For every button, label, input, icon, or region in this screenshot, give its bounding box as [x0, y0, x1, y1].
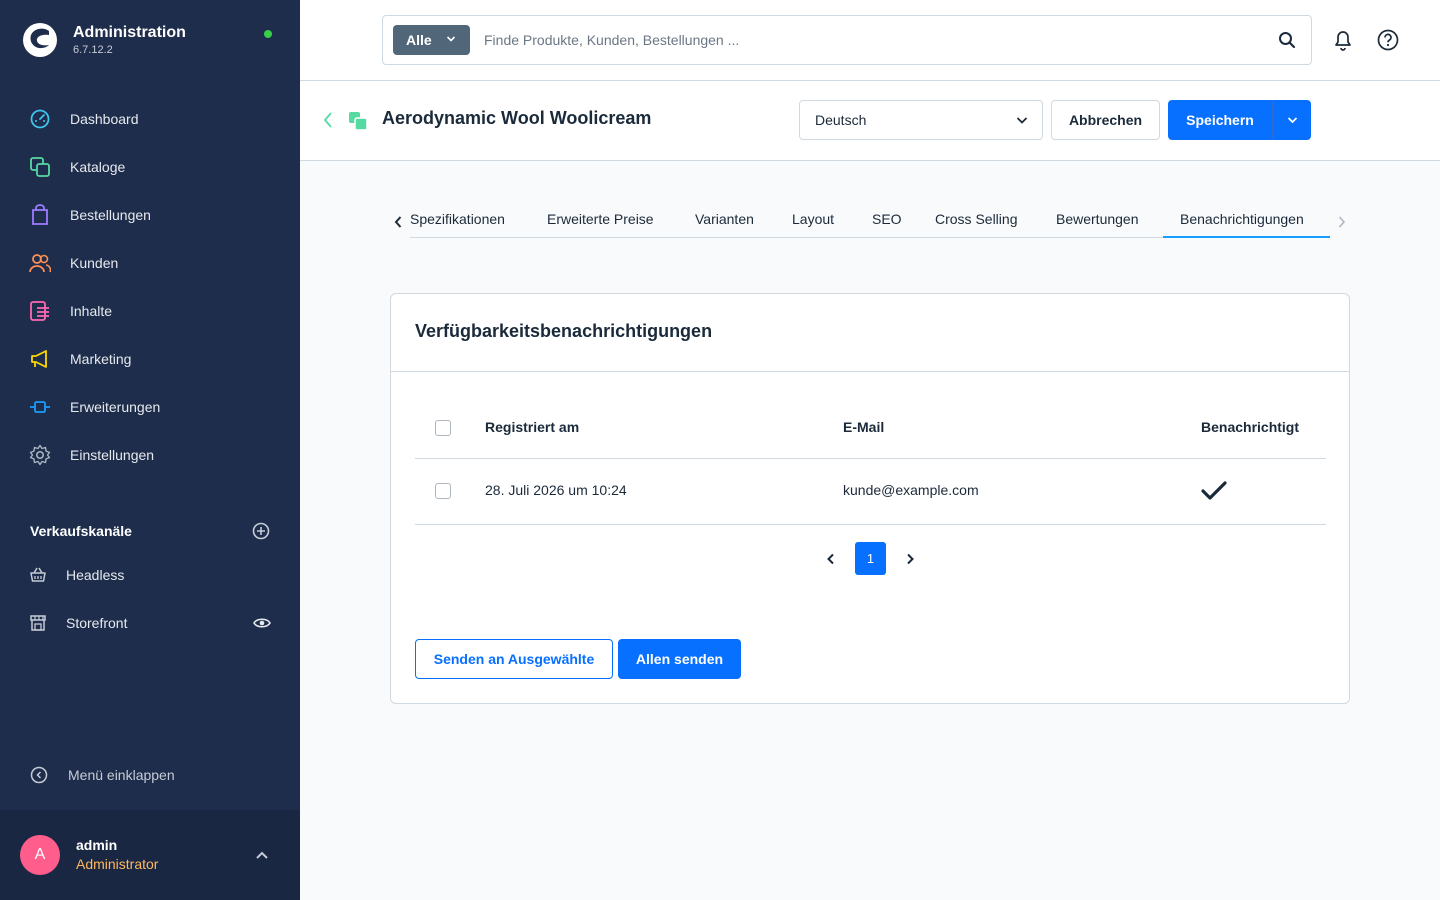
- tab-variants[interactable]: Varianten: [695, 211, 754, 227]
- sidebar-item-label: Kunden: [70, 255, 119, 271]
- sidebar-item-settings[interactable]: Einstellungen: [0, 431, 300, 479]
- tab-advanced-prices[interactable]: Erweiterte Preise: [547, 211, 654, 227]
- tab-notifications[interactable]: Benachrichtigungen: [1180, 211, 1304, 227]
- sales-channels-title: Verkaufskanäle: [30, 523, 132, 539]
- tab-seo[interactable]: SEO: [872, 211, 902, 227]
- chevron-left-circle-icon: [30, 766, 48, 784]
- search-icon[interactable]: [1278, 31, 1296, 49]
- sidebar-item-label: Kataloge: [70, 159, 126, 175]
- sidebar-item-label: Dashboard: [70, 111, 139, 127]
- card-divider: [391, 371, 1349, 372]
- sidebar-item-label: Einstellungen: [70, 447, 155, 463]
- chevron-down-icon: [446, 36, 456, 42]
- send-to-all-button[interactable]: Allen senden: [618, 639, 741, 679]
- sidebar-item-label: Erweiterungen: [70, 399, 161, 415]
- availability-notifications-card: Verfügbarkeitsbenachrichtigungen Registr…: [390, 293, 1350, 704]
- product-tabs: Spezifikationen Erweiterte Preise Varian…: [390, 200, 1350, 238]
- shopware-logo-icon: [23, 23, 57, 57]
- status-dot: [264, 30, 272, 38]
- language-switch[interactable]: Deutsch: [799, 100, 1043, 140]
- table-row-divider: [415, 524, 1326, 525]
- catalog-icon: [29, 156, 51, 178]
- extensions-icon: [29, 396, 51, 418]
- chevron-left-icon[interactable]: [393, 215, 403, 229]
- sidebar-item-catalog[interactable]: Kataloge: [0, 143, 300, 191]
- column-header-email[interactable]: E-Mail: [843, 419, 884, 435]
- eye-icon[interactable]: [252, 615, 272, 631]
- chevron-right-icon[interactable]: [905, 553, 915, 565]
- sales-channel-storefront[interactable]: Storefront: [0, 603, 300, 643]
- user-role: Administrator: [76, 856, 159, 872]
- sidebar: Administration 6.7.12.2 Dashboard Katalo…: [0, 0, 300, 900]
- main-nav: Dashboard Kataloge Bestellungen Kunden I…: [0, 95, 300, 479]
- column-header-registered[interactable]: Registriert am: [485, 419, 579, 435]
- chevron-right-icon[interactable]: [1337, 215, 1347, 229]
- marketing-icon: [29, 348, 51, 370]
- basket-icon: [30, 567, 46, 582]
- chevron-down-icon: [1016, 117, 1028, 124]
- table-cell-registered: 28. Juli 2026 um 10:24: [485, 482, 627, 498]
- chevron-up-icon[interactable]: [255, 850, 269, 860]
- select-all-checkbox[interactable]: [435, 420, 451, 436]
- table-cell-email: kunde@example.com: [843, 482, 979, 498]
- add-sales-channel-icon[interactable]: [252, 522, 270, 540]
- tab-layout[interactable]: Layout: [792, 211, 834, 227]
- content-icon: [29, 300, 51, 322]
- sidebar-item-marketing[interactable]: Marketing: [0, 335, 300, 383]
- sidebar-item-customers[interactable]: Kunden: [0, 239, 300, 287]
- table-header-divider: [415, 458, 1326, 459]
- sidebar-item-content[interactable]: Inhalte: [0, 287, 300, 335]
- sales-channel-headless[interactable]: Headless: [0, 555, 300, 595]
- pagination-current-page[interactable]: 1: [855, 542, 886, 575]
- tab-cross-selling[interactable]: Cross Selling: [935, 211, 1017, 227]
- avatar: A: [20, 835, 60, 875]
- language-label: Deutsch: [815, 112, 867, 128]
- cancel-button[interactable]: Abbrechen: [1051, 100, 1160, 140]
- help-icon[interactable]: [1377, 29, 1399, 51]
- sidebar-item-dashboard[interactable]: Dashboard: [0, 95, 300, 143]
- sidebar-item-label: Bestellungen: [70, 207, 151, 223]
- app-title: Administration: [73, 24, 186, 41]
- user-name: admin: [76, 837, 118, 853]
- search-type-select[interactable]: Alle: [393, 25, 470, 55]
- brand: Administration 6.7.12.2: [22, 22, 186, 58]
- chevron-down-icon: [1287, 117, 1297, 124]
- global-search: Alle: [382, 15, 1312, 65]
- app-version: 6.7.12.2: [73, 44, 113, 56]
- orders-icon: [29, 204, 51, 226]
- sidebar-item-label: Marketing: [70, 351, 132, 367]
- back-arrow-icon[interactable]: [322, 111, 334, 129]
- tab-specifications[interactable]: Spezifikationen: [410, 211, 505, 227]
- sidebar-item-orders[interactable]: Bestellungen: [0, 191, 300, 239]
- save-options-button[interactable]: [1272, 100, 1311, 140]
- column-header-notified[interactable]: Benachrichtigt: [1201, 419, 1299, 435]
- customers-icon: [29, 252, 51, 274]
- checkmark-icon: [1201, 481, 1227, 500]
- send-to-selected-button[interactable]: Senden an Ausgewählte: [415, 639, 613, 679]
- card-title: Verfügbarkeitsbenachrichtigungen: [415, 321, 713, 341]
- row-checkbox[interactable]: [435, 483, 451, 499]
- settings-icon: [29, 444, 51, 466]
- top-bar: Alle: [300, 0, 1440, 81]
- sales-channels-header: Verkaufskanäle: [30, 520, 270, 542]
- sidebar-item-extensions[interactable]: Erweiterungen: [0, 383, 300, 431]
- search-input[interactable]: [484, 16, 1254, 64]
- storefront-icon: [30, 615, 46, 631]
- product-icon: [349, 112, 368, 131]
- collapse-menu-button[interactable]: Menü einklappen: [30, 766, 175, 784]
- collapse-menu-label: Menü einklappen: [68, 767, 175, 783]
- dashboard-icon: [29, 108, 51, 130]
- page-header: Aerodynamic Wool Woolicream Deutsch Abbr…: [300, 81, 1440, 161]
- save-button[interactable]: Speichern: [1168, 100, 1272, 140]
- notifications-bell-icon[interactable]: [1333, 29, 1353, 51]
- active-tab-indicator: [1163, 236, 1330, 238]
- search-type-label: Alle: [406, 32, 432, 48]
- sales-channel-label: Storefront: [66, 615, 128, 631]
- chevron-left-icon[interactable]: [826, 553, 836, 565]
- user-panel[interactable]: A admin Administrator: [0, 810, 300, 900]
- sales-channel-label: Headless: [66, 567, 125, 583]
- tab-reviews[interactable]: Bewertungen: [1056, 211, 1139, 227]
- sidebar-item-label: Inhalte: [70, 303, 113, 319]
- page-title: Aerodynamic Wool Woolicream: [382, 108, 652, 128]
